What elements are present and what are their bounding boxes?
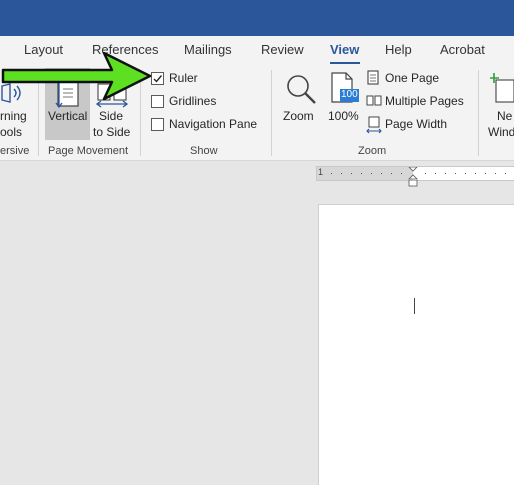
new-window-label-1: Ne	[497, 109, 513, 123]
tab-view[interactable]: View	[330, 42, 359, 57]
document-page[interactable]	[318, 204, 514, 485]
multiple-pages-label: Multiple Pages	[385, 94, 464, 108]
group-divider	[478, 70, 479, 156]
zoom-button[interactable]: Zoom	[280, 68, 322, 140]
horizontal-ruler[interactable]: 1	[316, 166, 514, 181]
learning-tools-label-2: ools	[0, 125, 23, 139]
multiple-pages-button[interactable]: Multiple Pages	[366, 93, 470, 111]
new-window-label-2: Wind	[488, 125, 514, 139]
zoom-100-button[interactable]: 100 100%	[324, 68, 362, 140]
green-arrow-icon	[1, 52, 152, 101]
navigation-pane-label[interactable]: Navigation Pane	[169, 117, 257, 131]
magnifier-icon	[287, 75, 316, 104]
one-page-icon	[367, 70, 379, 85]
zoom-group-label: Zoom	[358, 145, 387, 157]
gridlines-label[interactable]: Gridlines	[169, 94, 216, 108]
one-page-label: One Page	[385, 71, 440, 85]
ruler-ticks	[331, 167, 506, 180]
navigation-pane-checkbox[interactable]	[151, 118, 164, 131]
new-window-button[interactable]: Ne Wind	[484, 68, 514, 140]
tab-acrobat[interactable]: Acrobat	[440, 42, 485, 57]
text-cursor	[414, 298, 415, 314]
page-width-button[interactable]: Page Width	[366, 116, 456, 134]
page-movement-group-label: Page Movement	[48, 145, 129, 157]
multiple-pages-icon	[366, 95, 382, 106]
ruler-tick-label: 1	[318, 167, 324, 177]
tab-review[interactable]: Review	[261, 42, 304, 57]
tab-help[interactable]: Help	[385, 42, 412, 57]
title-bar	[0, 0, 514, 36]
indent-marker-icon[interactable]	[408, 180, 418, 188]
immersive-group-label: ersive	[0, 145, 30, 157]
zoom-100-label: 100%	[328, 109, 359, 123]
tab-mailings[interactable]: Mailings	[184, 42, 232, 57]
page-width-label: Page Width	[385, 117, 448, 131]
ruler-label[interactable]: Ruler	[169, 71, 198, 85]
side-to-side-label-2: to Side	[93, 125, 131, 139]
group-divider	[271, 70, 272, 156]
zoom-100-badge: 100	[341, 89, 358, 100]
zoom-label: Zoom	[283, 109, 314, 123]
one-page-button[interactable]: One Page	[366, 70, 466, 88]
page-width-icon	[366, 116, 382, 134]
show-group-label: Show	[190, 145, 218, 157]
new-window-icon	[490, 73, 514, 103]
